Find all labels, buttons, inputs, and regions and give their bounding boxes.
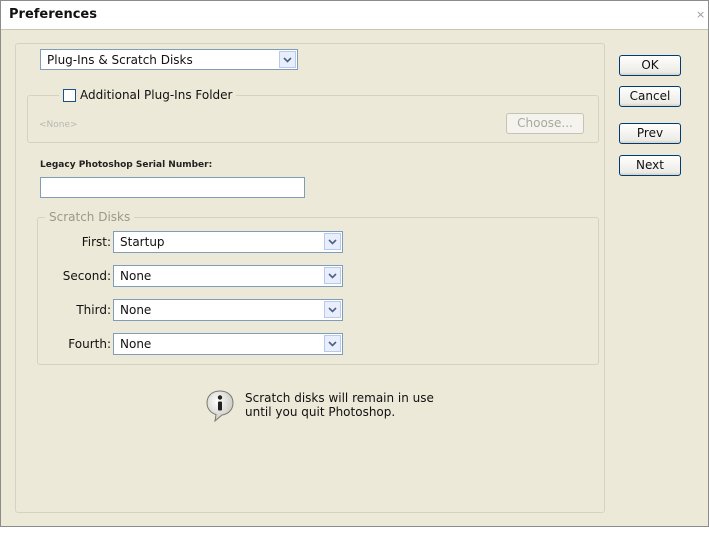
prev-button[interactable]: Prev	[619, 123, 681, 144]
scratch-disk-label: Second:	[62, 269, 111, 283]
plugins-folder-path: <None>	[39, 120, 78, 130]
preferences-dialog: Preferences × Plug-Ins & Scratch Disks A…	[0, 0, 709, 527]
scratch-disk-label: First:	[81, 235, 111, 249]
scratch-disk-row-first: First: Startup	[37, 231, 357, 253]
info-line: until you quit Photoshop.	[245, 405, 396, 419]
scratch-disk-value: None	[120, 337, 152, 351]
plugins-folder-legend[interactable]: Additional Plug-Ins Folder	[59, 86, 237, 104]
window-title: Preferences	[9, 7, 97, 22]
section-dropdown[interactable]: Plug-Ins & Scratch Disks	[40, 49, 298, 70]
choose-button[interactable]: Choose...	[506, 113, 584, 134]
scratch-disk-value: Startup	[120, 235, 165, 249]
scratch-disk-label: Third:	[76, 303, 111, 317]
dialog-body: Plug-Ins & Scratch Disks Additional Plug…	[1, 29, 690, 519]
next-button[interactable]: Next	[619, 155, 681, 176]
additional-plugins-checkbox[interactable]	[63, 88, 76, 102]
section-dropdown-value: Plug-Ins & Scratch Disks	[47, 53, 193, 67]
serial-number-label: Legacy Photoshop Serial Number:	[40, 160, 213, 170]
scratch-disk-row-fourth: Fourth: None	[37, 333, 357, 355]
scratch-disk-second-dropdown[interactable]: None	[113, 265, 343, 287]
scratch-disk-fourth-dropdown[interactable]: None	[113, 333, 343, 355]
chevron-down-icon[interactable]	[324, 233, 341, 250]
serial-number-field[interactable]	[40, 177, 305, 198]
scratch-disks-title: Scratch Disks	[45, 210, 135, 224]
additional-plugins-label[interactable]: Additional Plug-Ins Folder	[80, 88, 232, 102]
scratch-disk-third-dropdown[interactable]: None	[113, 299, 343, 321]
info-message: Scratch disks will remain in use until y…	[245, 391, 434, 419]
scratch-disk-row-second: Second: None	[37, 265, 357, 287]
scratch-disk-info-note: Scratch disks will remain in use until y…	[205, 389, 505, 429]
main-settings-group: Plug-Ins & Scratch Disks Additional Plug…	[15, 43, 605, 533]
title-bar[interactable]: Preferences ×	[1, 1, 708, 30]
ok-button[interactable]: OK	[619, 55, 681, 76]
info-line: Scratch disks will remain in use	[245, 391, 434, 405]
scratch-disk-value: None	[120, 269, 152, 283]
scratch-disk-label: Fourth:	[68, 337, 111, 351]
chevron-down-icon[interactable]	[324, 335, 341, 352]
scratch-disk-first-dropdown[interactable]: Startup	[113, 231, 343, 253]
cancel-button[interactable]: Cancel	[619, 86, 681, 107]
chevron-down-icon[interactable]	[279, 51, 296, 68]
chevron-down-icon[interactable]	[324, 267, 341, 284]
close-icon[interactable]: ×	[696, 9, 706, 21]
info-icon	[205, 389, 235, 423]
scratch-disk-value: None	[120, 303, 152, 317]
scratch-disk-row-third: Third: None	[37, 299, 357, 321]
chevron-down-icon[interactable]	[324, 301, 341, 318]
